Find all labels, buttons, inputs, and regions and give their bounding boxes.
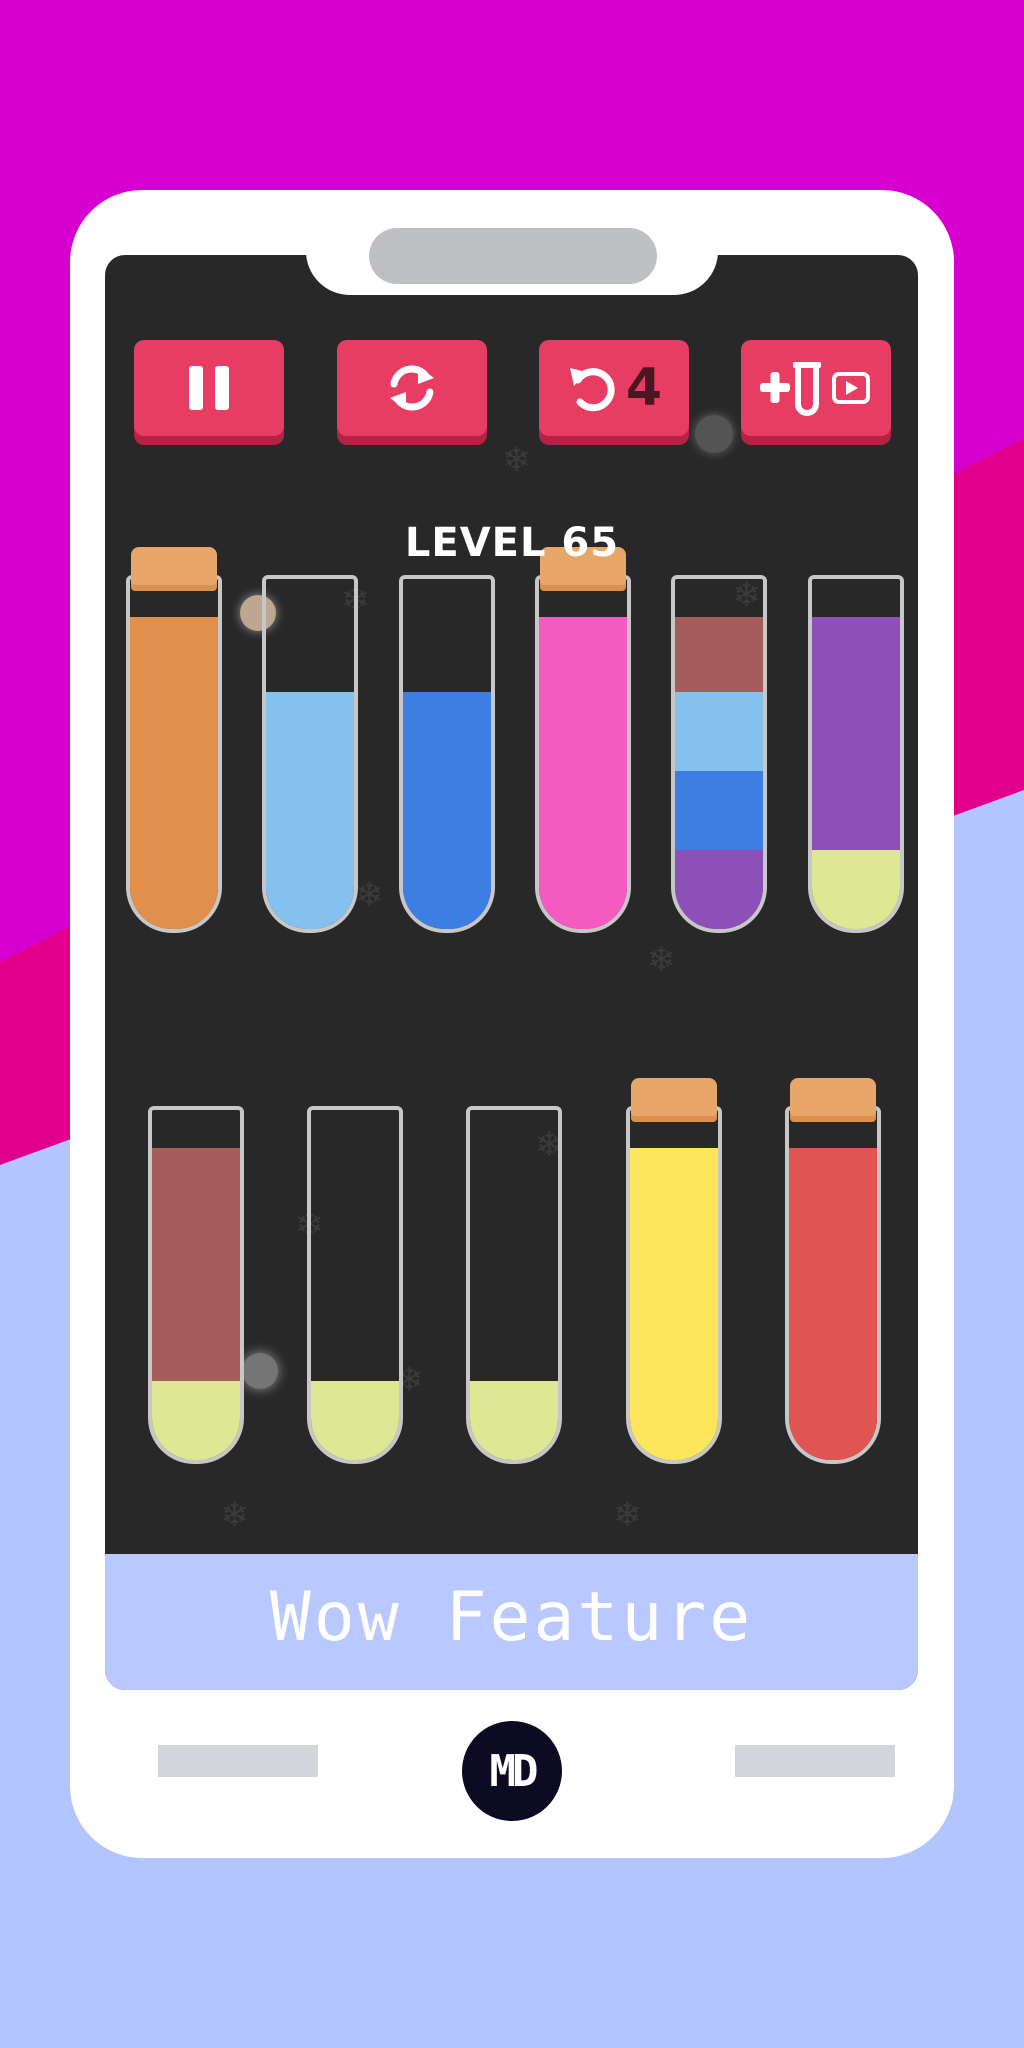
liquid-layer-purple <box>812 771 900 850</box>
liquid-layer-yellow <box>630 1381 718 1460</box>
restart-icon <box>390 365 434 411</box>
liquid-layer-pale-yellow <box>311 1381 399 1460</box>
liquid-layer-orange <box>130 850 218 929</box>
snowflake-icon: ❄ <box>647 940 676 980</box>
liquid-layer-yellow <box>630 1223 718 1302</box>
liquid-layer-light-blue <box>675 692 763 771</box>
liquid-layer-pale-yellow <box>152 1381 240 1460</box>
tube-6[interactable] <box>808 575 904 933</box>
tube-2[interactable] <box>262 575 358 933</box>
liquid-layer-purple <box>812 692 900 771</box>
bubble <box>242 1353 278 1389</box>
tube-10[interactable] <box>626 1106 722 1464</box>
cork <box>790 1078 876 1116</box>
bottom-bar-right <box>735 1745 895 1777</box>
tube-8[interactable] <box>307 1106 403 1464</box>
add-tube-button[interactable] <box>741 340 891 436</box>
liquid-layer-pink <box>539 850 627 929</box>
liquid-layer-purple <box>675 850 763 929</box>
tube-7[interactable] <box>148 1106 244 1464</box>
liquid-layer-pink <box>539 692 627 771</box>
tube-11[interactable] <box>785 1106 881 1464</box>
liquid-layer-pale-yellow <box>470 1381 558 1460</box>
liquid-layer-pale-yellow <box>812 850 900 929</box>
liquid-layer-blue <box>403 771 491 850</box>
game-screen: ❄ ❄ ❄ ❄ ❄ ❄ ❄ ❄ ❄ ❄ <box>105 255 918 1690</box>
bottom-bar-left <box>158 1745 318 1777</box>
cork <box>631 1078 717 1116</box>
liquid-layer-brown <box>152 1223 240 1302</box>
liquid-layer-blue <box>403 692 491 771</box>
snowflake-icon: ❄ <box>355 875 384 915</box>
tube-5[interactable] <box>671 575 767 933</box>
undo-button[interactable]: 4 <box>539 340 689 436</box>
undo-icon <box>569 368 615 412</box>
liquid-layer-yellow <box>630 1302 718 1381</box>
liquid-layer-brown <box>152 1302 240 1381</box>
liquid-layer-red <box>789 1223 877 1302</box>
liquid-layer-brown <box>675 617 763 692</box>
liquid-layer-pink <box>539 617 627 692</box>
restart-button[interactable] <box>337 340 487 436</box>
snowflake-icon: ❄ <box>220 1495 249 1535</box>
liquid-layer-blue <box>675 771 763 850</box>
liquid-layer-blue <box>403 850 491 929</box>
pause-button[interactable] <box>134 340 284 436</box>
liquid-layer-yellow <box>630 1148 718 1223</box>
liquid-layer-orange <box>130 692 218 771</box>
snowflake-icon: ❄ <box>613 1495 642 1535</box>
snowflake-icon: ❄ <box>502 440 531 480</box>
level-title: LEVEL 65 <box>404 520 620 566</box>
phone-speaker <box>369 228 657 284</box>
liquid-layer-purple <box>812 617 900 692</box>
liquid-layer-orange <box>130 771 218 850</box>
add-tube-video-icon <box>760 362 870 416</box>
liquid-layer-orange <box>130 617 218 692</box>
liquid-layer-light-blue <box>266 771 354 850</box>
liquid-layer-red <box>789 1302 877 1381</box>
brand-logo: MD <box>462 1721 562 1821</box>
liquid-layer-pink <box>539 771 627 850</box>
tube-9[interactable] <box>466 1106 562 1464</box>
liquid-layer-red <box>789 1148 877 1223</box>
bubble <box>695 415 733 453</box>
liquid-layer-light-blue <box>266 850 354 929</box>
liquid-layer-light-blue <box>266 692 354 771</box>
pause-icon <box>189 366 229 410</box>
liquid-layer-brown <box>152 1148 240 1223</box>
footer-caption: Wow Feature <box>269 1578 754 1657</box>
undo-count: 4 <box>625 358 663 418</box>
liquid-layer-red <box>789 1381 877 1460</box>
tube-1[interactable] <box>126 575 222 933</box>
tube-3[interactable] <box>399 575 495 933</box>
tube-4[interactable] <box>535 575 631 933</box>
